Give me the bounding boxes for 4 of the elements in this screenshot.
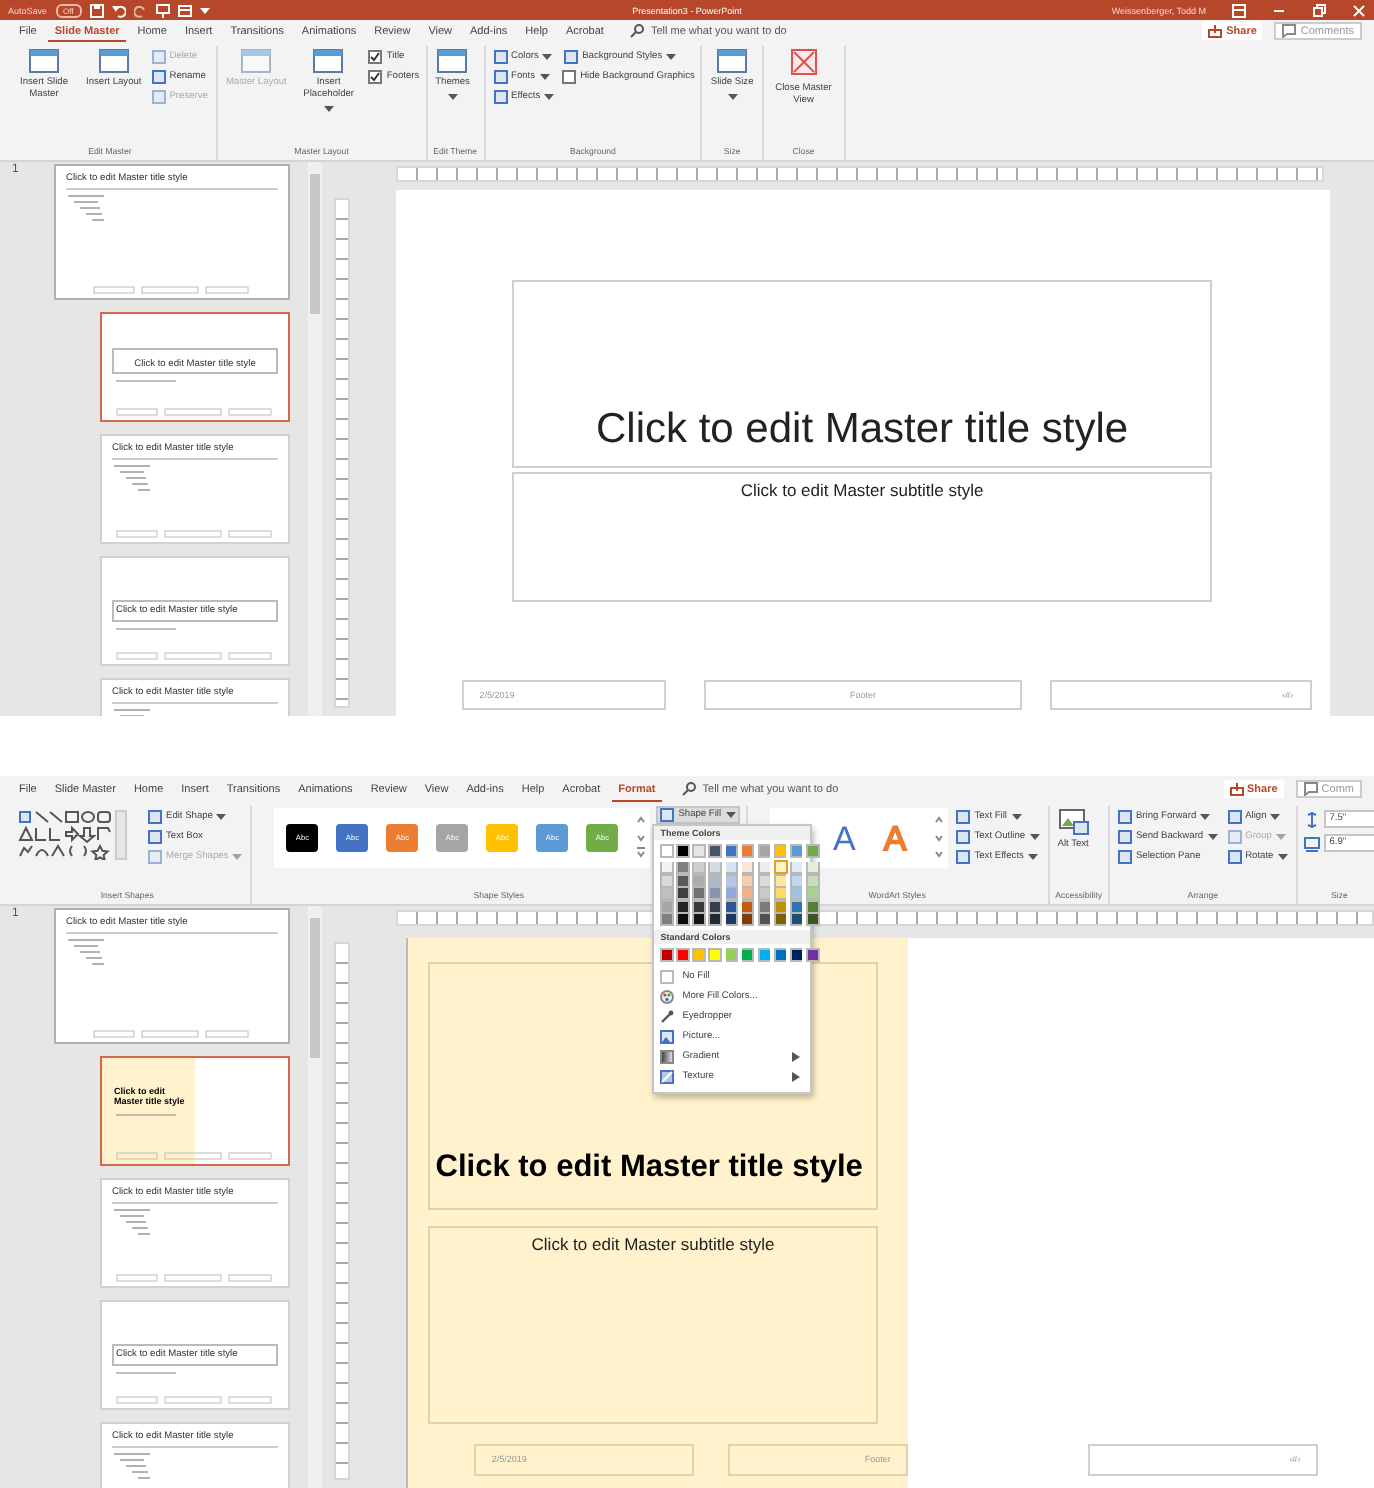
- title-placeholder[interactable]: Click to edit Master title style: [511, 279, 1213, 469]
- wordart-style[interactable]: A: [833, 821, 856, 855]
- subtitle-placeholder[interactable]: Click to edit Master subtitle style: [427, 1225, 879, 1424]
- subtitle-placeholder[interactable]: Click to edit Master subtitle style: [511, 471, 1213, 603]
